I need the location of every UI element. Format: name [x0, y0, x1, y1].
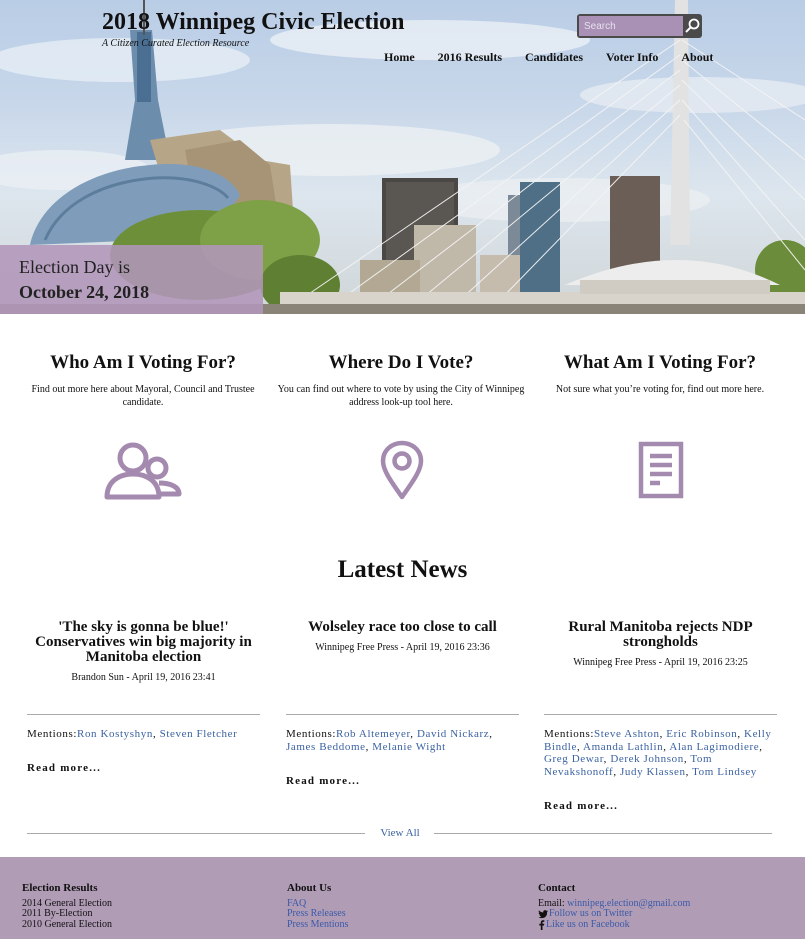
feature-title[interactable]: Where Do I Vote?	[272, 352, 530, 374]
footer-election-results: Election Results 2014 General Election 2…	[22, 883, 112, 930]
mention-link[interactable]: Rob Altemeyer	[336, 728, 410, 740]
nav-about[interactable]: About	[681, 50, 713, 65]
feature-where[interactable]: Where Do I Vote? You can find out where …	[272, 352, 530, 409]
feature-description: Not sure what you’re voting for, find ou…	[555, 384, 765, 395]
mention-link[interactable]: Derek Johnson	[610, 753, 683, 765]
feature-description: Find out more here about Mayoral, Counci…	[31, 384, 255, 408]
mention-link[interactable]: Greg Dewar	[544, 753, 604, 765]
twitter-icon	[538, 909, 548, 918]
document-icon[interactable]	[638, 441, 684, 499]
article-source: Winnipeg Free Press - April 19, 2016 23:…	[315, 642, 490, 653]
mentions-label: Mentions:	[27, 728, 78, 740]
footer-heading: About Us	[287, 882, 332, 894]
article-mentions: Mentions:Ron Kostyshyn, Steven Fletcher	[27, 728, 238, 740]
mention-link[interactable]: Eric Robinson	[666, 728, 737, 740]
press-mentions-link[interactable]: Press Mentions	[287, 919, 348, 931]
article-headline[interactable]: Rural Manitoba rejects NDP strongholds	[544, 620, 777, 650]
read-more-link[interactable]: Read more...	[286, 775, 360, 787]
search-box	[577, 14, 702, 38]
article-headline[interactable]: Wolseley race too close to call	[286, 620, 519, 635]
twitter-label: Follow us on Twitter	[549, 908, 633, 919]
divider	[27, 714, 260, 715]
mention-link[interactable]: Ron Kostyshyn	[77, 728, 153, 740]
election-day-label: Election Day is	[19, 257, 130, 277]
election-day-date: October 24, 2018	[19, 282, 150, 302]
mentions-label: Mentions:	[544, 728, 595, 740]
nav-home[interactable]: Home	[384, 50, 415, 65]
footer-results-item[interactable]: 2010 General Election	[22, 919, 112, 931]
mention-link[interactable]: Steven Fletcher	[160, 728, 238, 740]
people-icon[interactable]	[103, 440, 183, 500]
mention-link[interactable]: Melanie Wight	[372, 741, 445, 753]
feature-what[interactable]: What Am I Voting For? Not sure what you’…	[531, 352, 789, 396]
nav-candidates[interactable]: Candidates	[525, 50, 583, 65]
search-input[interactable]	[579, 16, 683, 36]
mentions-label: Mentions:	[286, 728, 337, 740]
feature-title[interactable]: What Am I Voting For?	[531, 352, 789, 374]
mention-link[interactable]: Tom Lindsey	[692, 766, 757, 778]
footer-about: About Us FAQ Press Releases Press Mentio…	[287, 883, 348, 930]
mention-link[interactable]: Steve Ashton	[594, 728, 660, 740]
mention-link[interactable]: Alan Lagimodiere	[669, 741, 759, 753]
divider	[434, 833, 772, 834]
read-more-link[interactable]: Read more...	[544, 800, 618, 812]
article-mentions: Mentions:Rob Altemeyer, David Nickarz, J…	[286, 728, 493, 753]
election-day-banner: Election Day is October 24, 2018	[0, 245, 263, 314]
feature-who[interactable]: Who Am I Voting For? Find out more here …	[14, 352, 272, 409]
read-more-link[interactable]: Read more...	[27, 762, 101, 774]
news-article: 'The sky is gonna be blue!' Conservative…	[27, 620, 260, 774]
footer: Election Results 2014 General Election 2…	[0, 857, 805, 939]
news-article: Rural Manitoba rejects NDP strongholds W…	[544, 620, 777, 812]
press-releases-link[interactable]: Press Releases	[287, 908, 348, 920]
site-title[interactable]: 2018 Winnipeg Civic Election	[102, 9, 404, 36]
divider	[286, 714, 519, 715]
article-source: Winnipeg Free Press - April 19, 2016 23:…	[573, 657, 748, 668]
mention-link[interactable]: Amanda Lathlin	[583, 741, 663, 753]
footer-heading: Election Results	[22, 882, 98, 894]
article-source: Brandon Sun - April 19, 2016 23:41	[71, 672, 216, 683]
site-tagline: A Citizen Curated Election Resource	[102, 38, 250, 49]
divider	[27, 833, 365, 834]
article-mentions: Mentions:Steve Ashton, Eric Robinson, Ke…	[544, 728, 772, 778]
news-article: Wolseley race too close to call Winnipeg…	[286, 620, 519, 787]
mention-link[interactable]: James Beddome	[286, 741, 366, 753]
hero-banner: 2018 Winnipeg Civic Election A Citizen C…	[0, 0, 805, 314]
main-nav: Home 2016 Results Candidates Voter Info …	[384, 50, 713, 65]
facebook-link[interactable]: Like us on Facebook	[538, 918, 690, 931]
footer-contact: Contact Email: winnipeg.election@gmail.c…	[538, 883, 690, 930]
search-icon	[685, 18, 700, 33]
search-button[interactable]	[682, 14, 702, 38]
mention-link[interactable]: Judy Klassen	[620, 766, 686, 778]
facebook-icon	[539, 919, 545, 930]
nav-voter-info[interactable]: Voter Info	[606, 50, 658, 65]
twitter-link[interactable]: Follow us on Twitter	[538, 908, 690, 920]
view-all-link[interactable]: View All	[370, 827, 430, 839]
mention-link[interactable]: David Nickarz	[417, 728, 489, 740]
email-link[interactable]: winnipeg.election@gmail.com	[567, 898, 690, 909]
nav-2016-results[interactable]: 2016 Results	[438, 50, 502, 65]
article-headline[interactable]: 'The sky is gonna be blue!' Conservative…	[27, 620, 260, 665]
feature-title[interactable]: Who Am I Voting For?	[14, 352, 272, 374]
footer-results-item[interactable]: 2011 By-Election	[22, 908, 112, 920]
divider	[544, 714, 777, 715]
email-label: Email:	[538, 897, 568, 909]
facebook-label: Like us on Facebook	[546, 918, 630, 930]
map-pin-icon[interactable]	[380, 440, 424, 500]
footer-heading: Contact	[538, 882, 576, 894]
latest-news-heading: Latest News	[337, 556, 468, 583]
feature-description: You can find out where to vote by using …	[277, 384, 525, 408]
